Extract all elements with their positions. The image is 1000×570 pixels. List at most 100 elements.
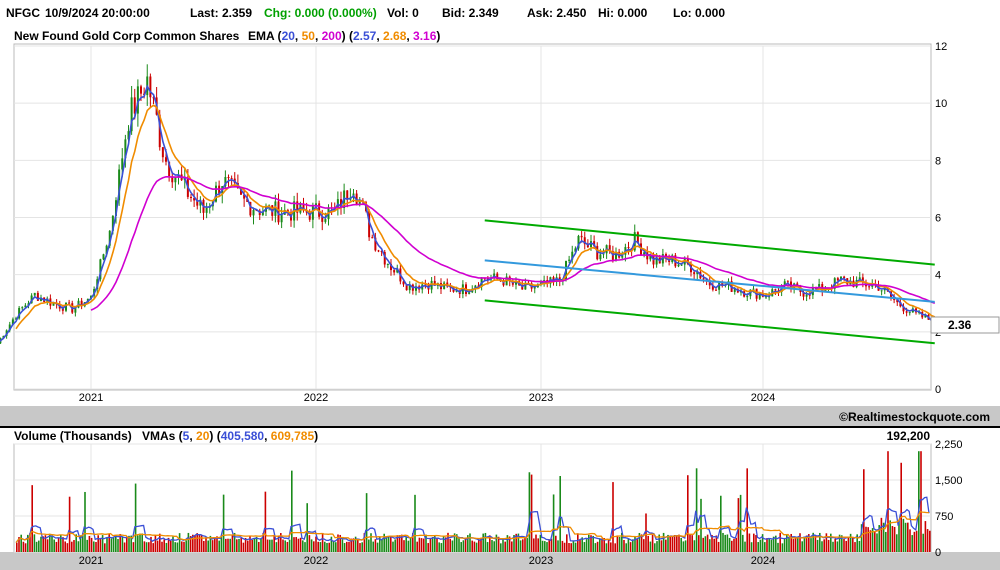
volume-bar bbox=[86, 539, 88, 552]
volume-bar bbox=[368, 539, 370, 552]
volume-bar bbox=[110, 538, 113, 552]
volume-tick-label: 2,250 bbox=[935, 439, 963, 451]
volume-bar bbox=[269, 539, 271, 552]
ema-period-50: 50 bbox=[302, 29, 316, 43]
volume-bar bbox=[504, 541, 506, 552]
volume-bar bbox=[385, 537, 388, 552]
volume-bar bbox=[885, 531, 887, 552]
volume-bar bbox=[324, 541, 326, 552]
volume-bar bbox=[629, 542, 632, 552]
volume-bar bbox=[376, 542, 379, 552]
volume-bar bbox=[720, 495, 722, 552]
volume-bar bbox=[753, 533, 755, 552]
ema-value-20: 2.57 bbox=[353, 29, 377, 43]
volume-bar bbox=[847, 537, 850, 552]
volume-bar bbox=[599, 538, 601, 552]
volume-bar bbox=[469, 533, 471, 552]
volume-bar bbox=[258, 541, 260, 552]
volume-bar bbox=[522, 539, 524, 552]
volume-bar bbox=[416, 541, 418, 552]
volume-bar bbox=[904, 522, 907, 552]
volume-bar bbox=[101, 535, 104, 552]
volume-bar bbox=[240, 537, 242, 552]
volume-bar bbox=[60, 534, 62, 552]
volume-bar bbox=[717, 541, 720, 552]
volume-bar bbox=[414, 494, 416, 552]
volume-bar bbox=[420, 538, 423, 552]
volume-bar bbox=[867, 527, 869, 552]
volume-bar bbox=[427, 543, 429, 552]
volume-bar bbox=[282, 539, 284, 552]
volume-bar bbox=[187, 532, 190, 552]
volume-bar bbox=[297, 538, 300, 552]
volume-bar bbox=[909, 529, 911, 552]
volume-bar bbox=[887, 451, 889, 552]
volume-bar bbox=[429, 538, 432, 552]
volume-bar bbox=[713, 538, 715, 552]
volume-bar bbox=[326, 542, 328, 552]
volume-bar bbox=[236, 539, 238, 552]
volume-bar bbox=[816, 539, 819, 552]
volume-bar bbox=[181, 541, 183, 552]
volume-bar bbox=[407, 540, 410, 552]
volume-bar bbox=[99, 537, 102, 552]
volume-bar bbox=[689, 534, 691, 552]
volume-bar bbox=[546, 542, 548, 552]
volume-bar bbox=[449, 538, 451, 552]
volume-bar bbox=[552, 494, 555, 552]
volume-bar bbox=[511, 541, 513, 552]
volume-bar bbox=[106, 537, 108, 552]
volume-bar bbox=[405, 536, 407, 552]
volume-bar bbox=[51, 535, 53, 552]
volume-bar bbox=[31, 485, 33, 552]
volume-bar bbox=[889, 520, 891, 552]
volume-bar bbox=[682, 541, 685, 552]
volume-bar bbox=[93, 541, 95, 552]
volume-bar bbox=[348, 541, 350, 552]
volume-bar bbox=[924, 521, 927, 552]
volume-bar bbox=[854, 542, 856, 552]
volume-bar bbox=[555, 535, 557, 552]
volume-bar bbox=[656, 541, 658, 552]
volume-bar bbox=[95, 541, 97, 552]
volume-bar bbox=[858, 541, 861, 552]
price-candle-body bbox=[746, 296, 749, 298]
price-candle-body bbox=[324, 219, 327, 222]
volume-bar bbox=[229, 538, 231, 552]
volume-bar bbox=[750, 542, 753, 552]
volume-bar bbox=[768, 538, 770, 552]
volume-bar bbox=[38, 540, 40, 552]
price-candle-body bbox=[805, 294, 808, 297]
volume-bar bbox=[557, 540, 559, 552]
volume-bar bbox=[669, 535, 671, 552]
volume-bar bbox=[328, 542, 330, 552]
price-year-label: 2024 bbox=[751, 392, 775, 404]
volume-bar bbox=[832, 541, 834, 552]
volume-bar bbox=[242, 542, 245, 552]
volume-bar bbox=[66, 543, 69, 552]
volume-bar bbox=[643, 539, 645, 552]
volume-bar bbox=[801, 541, 803, 552]
volume-bar bbox=[152, 543, 154, 552]
volume-bar bbox=[431, 537, 434, 552]
volume-bar bbox=[458, 538, 460, 552]
volume-bar bbox=[559, 476, 561, 552]
volume-bar bbox=[207, 540, 209, 552]
ema-period-200: 200 bbox=[322, 29, 342, 43]
volume-bar bbox=[359, 543, 361, 552]
volume-bar bbox=[876, 533, 878, 552]
volume-bar bbox=[22, 541, 25, 552]
volume-bar bbox=[706, 534, 709, 552]
volume-bar bbox=[792, 539, 795, 552]
volume-bar bbox=[709, 539, 711, 552]
volume-bar bbox=[926, 529, 929, 552]
stock-chart: ©Realtimestockquote.com 0246810122021202… bbox=[0, 29, 1000, 570]
price-candle-body bbox=[21, 307, 24, 309]
volume-bar bbox=[711, 535, 713, 552]
price-panel-title: New Found Gold Corp Common Shares bbox=[14, 29, 240, 43]
volume-bar bbox=[372, 541, 374, 552]
ema-prefix: EMA ( bbox=[248, 29, 282, 43]
price-tick-label: 8 bbox=[935, 155, 941, 167]
volume-bar bbox=[568, 543, 570, 552]
volume-bar bbox=[880, 517, 883, 552]
